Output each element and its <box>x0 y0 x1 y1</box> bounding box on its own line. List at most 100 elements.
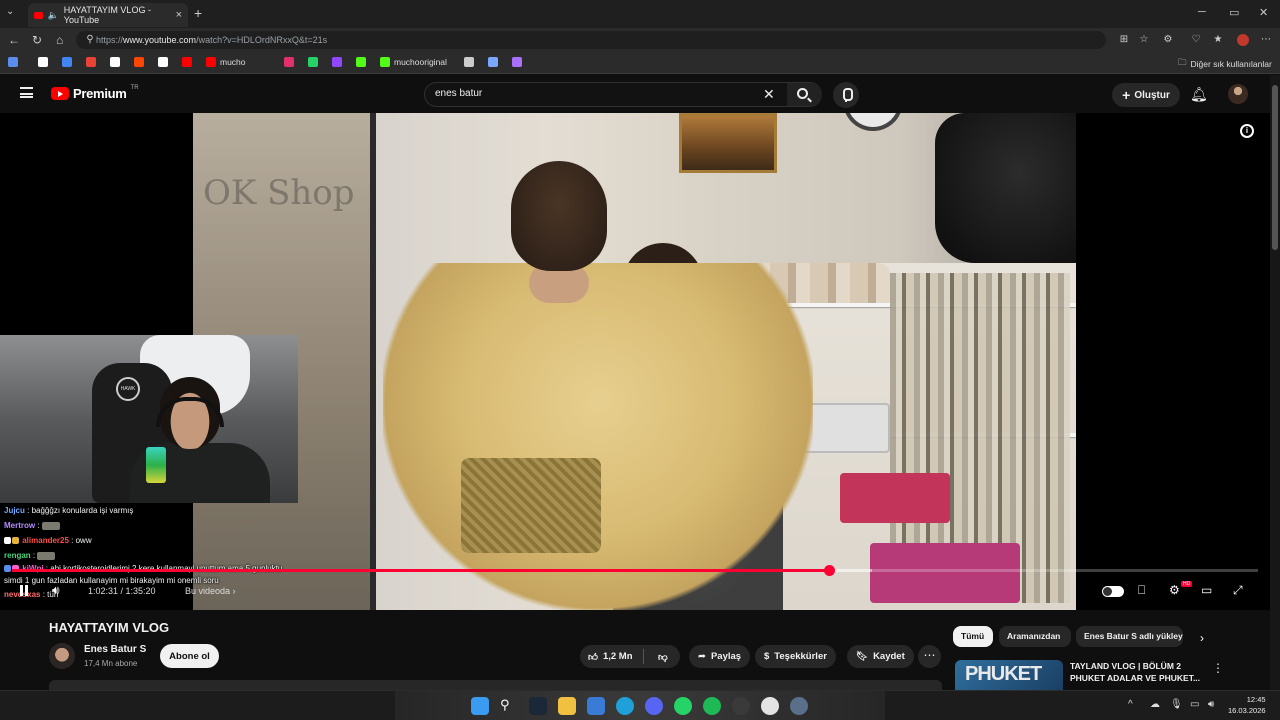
speaker-icon[interactable]: 🔈 <box>48 10 59 21</box>
steam-icon[interactable] <box>529 697 547 715</box>
bookmark-mucho[interactable]: mucho <box>206 57 246 67</box>
chapter-button[interactable]: Bu videoda › <box>185 586 236 596</box>
system-clock[interactable]: 12:45 16.03.2026 <box>1228 694 1266 716</box>
reload-icon[interactable]: ↻ <box>32 33 42 47</box>
bookmark-9[interactable] <box>284 57 298 67</box>
tab-list-chevron-icon[interactable]: ⌄ <box>6 6 20 20</box>
bookmark-0[interactable] <box>8 57 22 67</box>
subtitles-icon[interactable]: ⎕ <box>1138 583 1145 598</box>
more-actions-icon[interactable]: ⋯ <box>918 645 941 668</box>
theater-mode-icon[interactable]: ▭ <box>1201 583 1212 597</box>
description-box[interactable] <box>49 680 942 690</box>
channel-avatar[interactable] <box>49 643 75 669</box>
maximize-icon[interactable]: ▭ <box>1229 6 1239 19</box>
extensions-icon[interactable]: ⚙ <box>1162 34 1174 46</box>
recommended-thumbnail[interactable]: PHUKET <box>955 660 1063 690</box>
new-tab-button[interactable]: + <box>194 5 202 21</box>
spotify-icon[interactable] <box>703 697 721 715</box>
page-scrollbar[interactable] <box>1270 75 1280 690</box>
like-button[interactable]: 👍︎ 1,2 Mn <box>580 649 644 664</box>
site-info-icon[interactable]: ⚲ <box>84 34 96 46</box>
chrome-icon[interactable] <box>761 697 779 715</box>
browser-tab-youtube[interactable]: 🔈 HAYATTAYIM VLOG - YouTube × <box>28 3 188 27</box>
browser-menu-icon[interactable]: ⋯ <box>1260 34 1272 46</box>
bookmark-4[interactable] <box>110 57 124 67</box>
volume-icon[interactable]: 🔊︎ <box>52 583 60 598</box>
info-icon[interactable]: i <box>1240 124 1254 138</box>
favorites-icon[interactable]: ★ <box>1212 34 1224 46</box>
other-bookmarks-folder[interactable]: 🗀 Diğer sık kullanılanlar <box>1178 57 1272 71</box>
thanks-button[interactable]: $ Teşekkürler <box>755 645 836 668</box>
app-icon[interactable] <box>790 697 808 715</box>
bookmark-3[interactable] <box>86 57 100 67</box>
black-backpack <box>935 113 1076 263</box>
create-button[interactable]: + Oluştur <box>1112 83 1180 107</box>
video-frame: OK Shop <box>193 113 1076 610</box>
edge-icon[interactable] <box>616 697 634 715</box>
recommended-title[interactable]: TAYLAND VLOG | BÖLÜM 2 PHUKET ADALAR VE … <box>1070 660 1210 684</box>
account-avatar[interactable] <box>1228 84 1248 104</box>
microphone-icon[interactable]: 🎙︎ <box>1170 699 1183 710</box>
store-icon[interactable] <box>587 697 605 715</box>
obs-icon[interactable] <box>732 697 750 715</box>
youtube-premium-logo[interactable]: Premium TR <box>51 85 139 101</box>
search-icon[interactable]: ⚲ <box>500 697 518 715</box>
search-button[interactable] <box>787 83 822 106</box>
close-window-icon[interactable]: ✕ <box>1259 6 1268 19</box>
settings-gear-icon[interactable]: ⚙ <box>1169 583 1180 597</box>
subscribe-button[interactable]: Abone ol <box>160 644 219 668</box>
windows-start-icon[interactable] <box>471 697 489 715</box>
bookmark-icon <box>110 57 120 67</box>
notifications-bell-icon[interactable]: 🔔︎ <box>1190 86 1208 103</box>
bookmark-15[interactable] <box>488 57 502 67</box>
app-install-icon[interactable]: ⊞ <box>1118 34 1130 46</box>
search-input[interactable] <box>435 88 735 99</box>
bookmark-1[interactable] <box>38 57 52 67</box>
file-explorer-icon[interactable] <box>558 697 576 715</box>
bookmark-2[interactable] <box>62 57 76 67</box>
progress-bar[interactable] <box>12 565 1258 576</box>
speaker-icon[interactable]: 🔊︎ <box>1208 699 1214 710</box>
close-tab-icon[interactable]: × <box>176 9 182 21</box>
address-bar-row: ← ↻ ⌂ https://www.youtube.com/watch?v=HD… <box>0 28 1280 52</box>
back-arrow-icon[interactable]: ← <box>8 33 20 47</box>
chip-from-search[interactable]: Aramanızdan <box>999 626 1071 647</box>
bookmark-6[interactable] <box>158 57 172 67</box>
bookmark-11[interactable] <box>332 57 346 67</box>
bookmark-10[interactable] <box>308 57 322 67</box>
dislike-button[interactable]: 👎︎ <box>649 651 668 663</box>
logo-text: Premium <box>73 86 127 101</box>
hamburger-menu-icon[interactable] <box>20 87 33 98</box>
channel-name[interactable]: Enes Batur S <box>84 644 146 655</box>
whatsapp-icon[interactable] <box>674 697 692 715</box>
minimize-icon[interactable]: ─ <box>1198 6 1206 18</box>
chevron-right-icon[interactable]: › <box>1200 631 1204 645</box>
bookmark-5[interactable] <box>134 57 148 67</box>
tray-overflow-icon[interactable]: ^ <box>1128 699 1133 710</box>
video-player[interactable]: OK Shop HAWK Jujcu : bağğğzı konularda i… <box>0 113 1270 610</box>
autoplay-toggle[interactable] <box>1102 586 1124 597</box>
chip-all[interactable]: Tümü <box>953 626 993 647</box>
bookmark-muchooriginal[interactable]: muchooriginal <box>380 57 447 67</box>
discord-icon[interactable] <box>645 697 663 715</box>
fullscreen-icon[interactable]: ⤢ <box>1233 583 1243 598</box>
browser-essentials-icon[interactable]: ♡ <box>1190 34 1202 46</box>
tray-app-icon[interactable]: ☁ <box>1150 699 1160 710</box>
scrollbar-thumb[interactable] <box>1272 85 1278 250</box>
home-icon[interactable]: ⌂ <box>56 33 63 47</box>
recommended-more-icon[interactable]: ⋮ <box>1212 661 1224 675</box>
voice-search-mic-icon[interactable] <box>833 82 859 108</box>
bookmark-14[interactable] <box>464 57 478 67</box>
share-button[interactable]: ➦ Paylaş <box>689 645 751 668</box>
profile-icon[interactable] <box>1237 34 1249 46</box>
bookmark-12[interactable] <box>356 57 370 67</box>
display-icon[interactable]: ▭ <box>1190 699 1199 710</box>
pause-icon[interactable] <box>20 585 28 596</box>
bookmark-7[interactable] <box>182 57 196 67</box>
save-button[interactable]: 🔖︎ Kaydet <box>847 645 914 668</box>
bookmark-16[interactable] <box>512 57 526 67</box>
chip-from-uploader[interactable]: Enes Batur S adlı yükleyi <box>1076 626 1183 647</box>
url-field[interactable]: https://www.youtube.com/watch?v=HDLOrdNR… <box>76 31 1106 49</box>
clear-search-icon[interactable]: ✕ <box>763 86 775 103</box>
favorite-star-icon[interactable]: ☆ <box>1138 34 1150 46</box>
